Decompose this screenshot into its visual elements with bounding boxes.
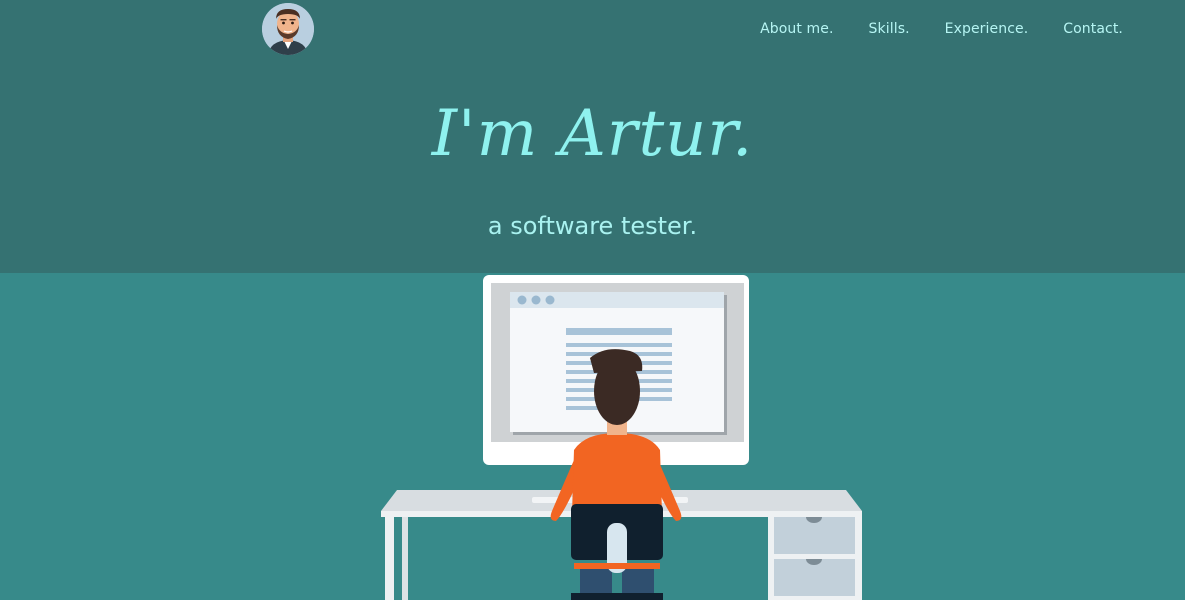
nav-experience[interactable]: Experience. bbox=[945, 21, 1029, 37]
hero-section: About me. Skills. Experience. Contact. I… bbox=[0, 0, 1185, 273]
hero-subtitle: a software tester. bbox=[487, 212, 698, 240]
avatar[interactable] bbox=[262, 3, 314, 55]
avatar-face-icon bbox=[262, 3, 314, 55]
nav-contact[interactable]: Contact. bbox=[1063, 21, 1123, 37]
nav-skills[interactable]: Skills. bbox=[869, 21, 910, 37]
nav-about-me[interactable]: About me. bbox=[760, 21, 833, 37]
hero-title: I'm Artur. bbox=[431, 97, 754, 171]
main-nav: About me. Skills. Experience. Contact. bbox=[760, 21, 1123, 37]
person-at-computer-illustration bbox=[381, 275, 862, 600]
